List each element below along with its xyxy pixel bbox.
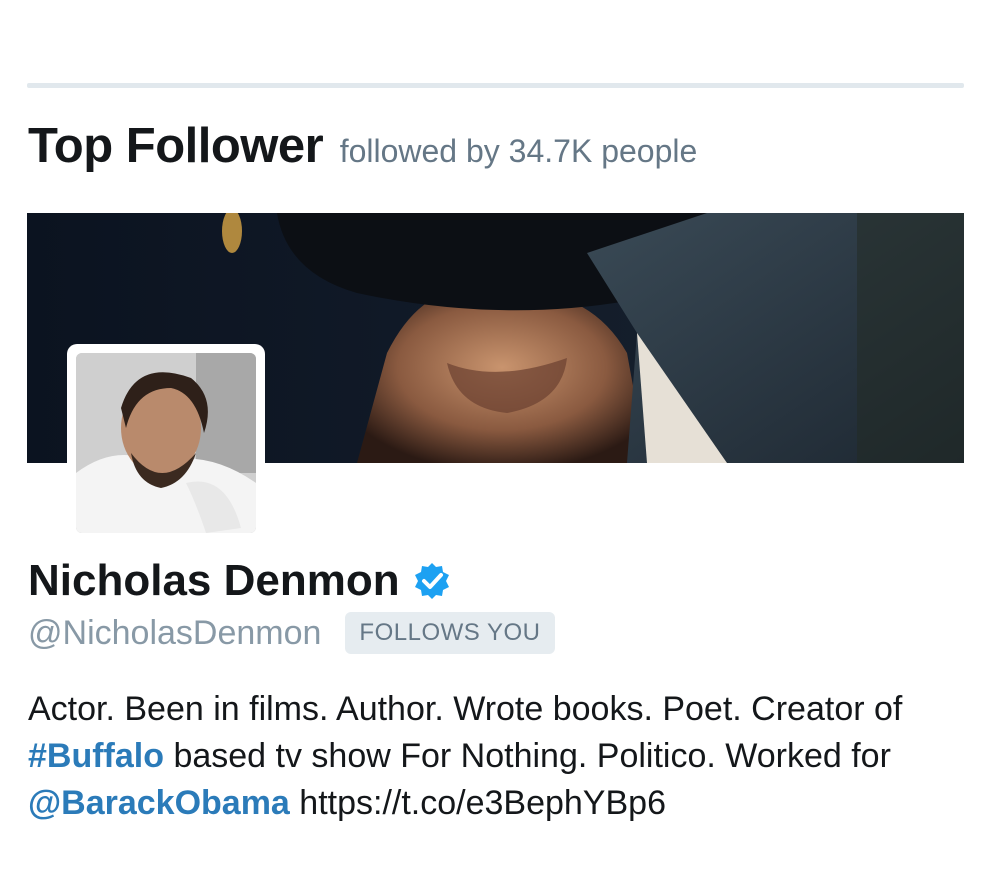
bio-url-link[interactable]: https://t.co/e3BephYBp6	[290, 784, 666, 822]
profile-handle-row: @NicholasDenmon FOLLOWS YOU	[28, 612, 555, 654]
avatar-image	[76, 353, 256, 533]
verified-badge-icon	[412, 561, 452, 601]
bio-text: based tv show For Nothing. Politico. Wor…	[164, 737, 891, 775]
profile-handle[interactable]: @NicholasDenmon	[28, 614, 321, 653]
profile-name[interactable]: Nicholas Denmon	[28, 556, 400, 606]
avatar[interactable]	[76, 353, 256, 533]
avatar-frame[interactable]	[67, 344, 265, 542]
follows-you-badge: FOLLOWS YOU	[345, 612, 555, 654]
profile-name-row: Nicholas Denmon	[28, 556, 452, 606]
hashtag-link[interactable]: #Buffalo	[28, 737, 164, 775]
profile-bio: Actor. Been in films. Author. Wrote book…	[28, 686, 968, 827]
section-subtitle: followed by 34.7K people	[339, 133, 698, 169]
bio-text: Actor. Been in films. Author. Wrote book…	[28, 690, 903, 728]
section-header: Top Follower followed by 34.7K people	[28, 118, 697, 174]
mention-link[interactable]: @BarackObama	[28, 784, 290, 822]
section-divider	[27, 83, 964, 88]
section-title: Top Follower	[28, 119, 324, 173]
